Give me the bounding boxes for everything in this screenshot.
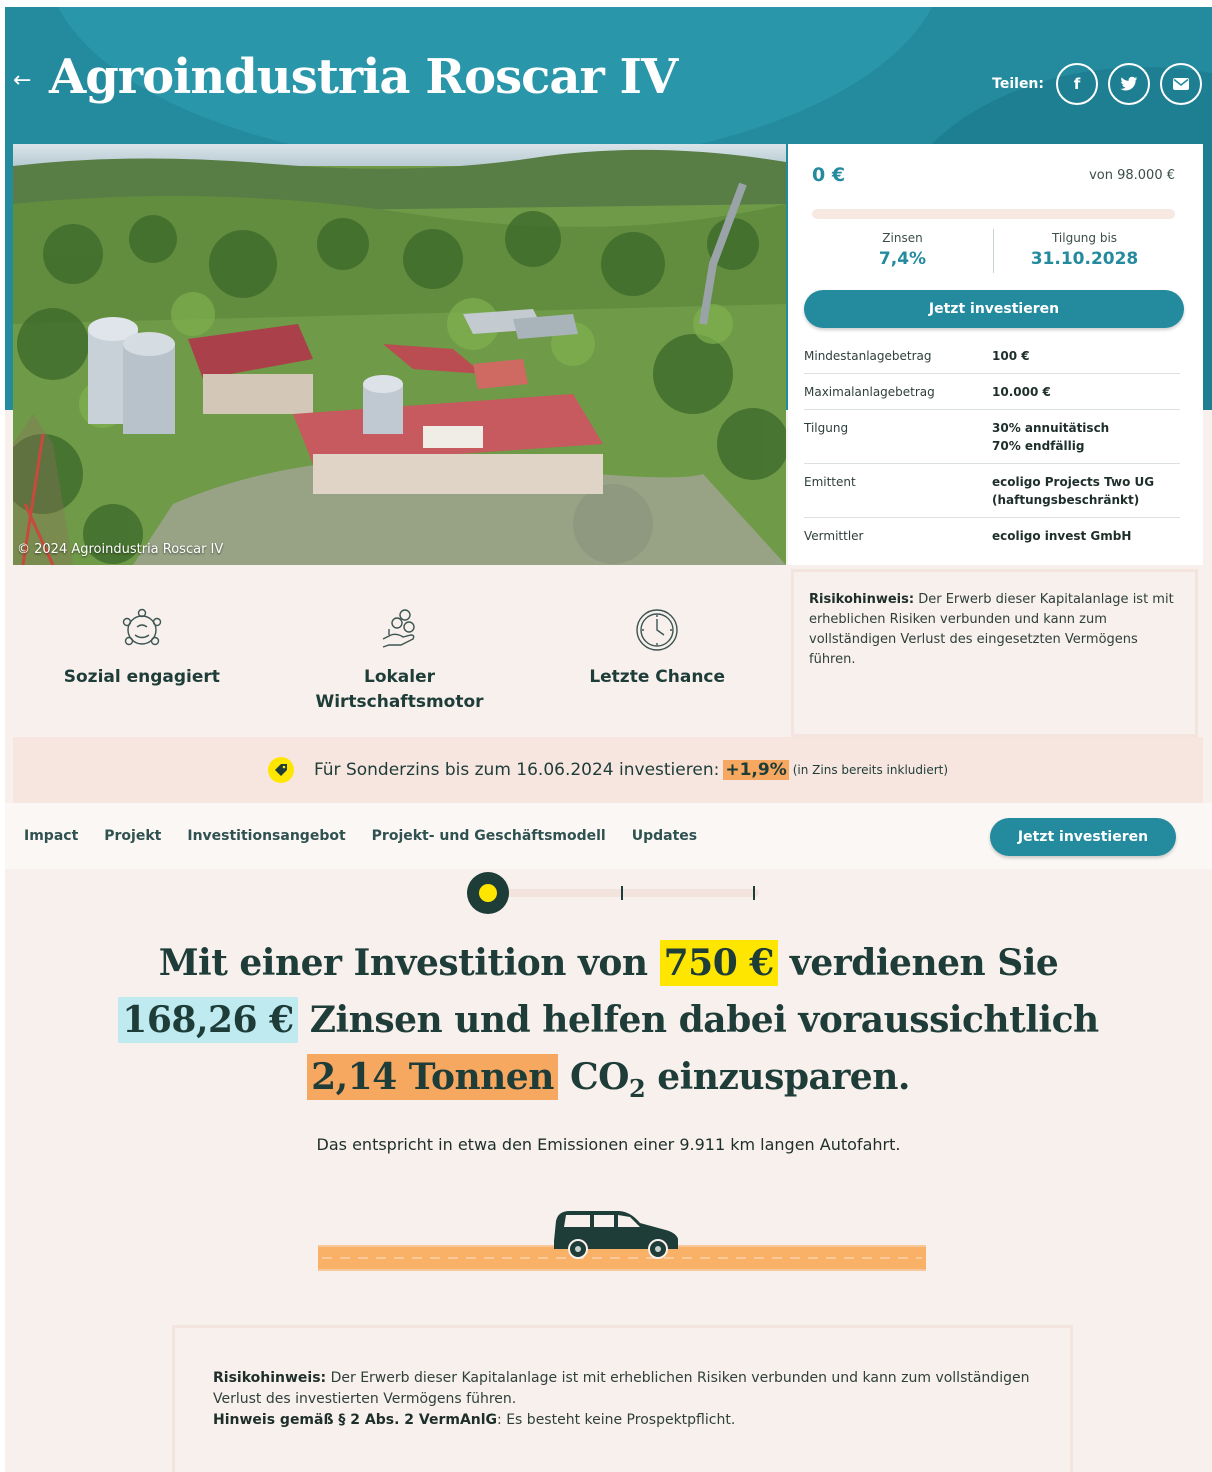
section-nav: Impact Projekt Investitionsangebot Proje… xyxy=(5,803,1212,869)
facebook-icon[interactable]: f xyxy=(1056,63,1098,105)
feature-local-economy: Lokaler Wirtschaftsmotor xyxy=(271,567,529,737)
bonus-note: (in Zins bereits inkludiert) xyxy=(792,763,949,777)
nav-item-investment-offer[interactable]: Investitionsangebot xyxy=(187,828,345,844)
repayment-stat: Tilgung bis 31.10.2028 xyxy=(993,229,1175,273)
project-photo: © 2024 Agroindustria Roscar IV xyxy=(13,144,786,565)
nav-item-impact[interactable]: Impact xyxy=(24,828,78,844)
co2-amount: 2,14 Tonnen xyxy=(307,1054,558,1100)
spec-row: Tilgung 30% annuitätisch 70% endfällig xyxy=(804,410,1180,464)
slider-track[interactable] xyxy=(487,889,759,897)
bonus-interest-banner: Für Sonderzins bis zum 16.06.2024 invest… xyxy=(13,737,1203,803)
nav-item-project[interactable]: Projekt xyxy=(104,828,161,844)
slider-thumb[interactable] xyxy=(467,872,509,914)
interest-stat: Zinsen 7,4% xyxy=(812,229,993,273)
tag-icon xyxy=(267,757,294,783)
page-title: Agroindustria Roscar IV xyxy=(49,49,678,105)
investment-slider[interactable] xyxy=(467,871,767,915)
share-bar: Teilen: f xyxy=(992,63,1202,105)
arrow-left-icon[interactable]: ← xyxy=(13,67,31,95)
emission-equivalent: Das entspricht in etwa den Emissionen ei… xyxy=(316,1135,901,1154)
feature-last-chance: Letzte Chance xyxy=(528,567,786,737)
interest-value: 7,4% xyxy=(878,249,927,269)
slider-tick xyxy=(621,886,623,900)
hand-coins-icon xyxy=(382,609,415,648)
funding-progress-bar xyxy=(812,209,1175,219)
nav-item-updates[interactable]: Updates xyxy=(632,828,697,844)
road-illustration xyxy=(318,1199,926,1279)
target-amount: von 98.000 € xyxy=(1089,168,1175,183)
spec-row: Emittent ecoligo Projects Two UG (haftun… xyxy=(804,464,1180,518)
bottom-risk-notice: Risikohinweis: Der Erwerb dieser Kapital… xyxy=(172,1325,1073,1472)
invested-amount: 0 € xyxy=(812,164,846,186)
investment-amount: 750 € xyxy=(659,940,778,986)
page-frame: ← Agroindustria Roscar IV Teilen: f © 20… xyxy=(5,7,1212,1472)
email-icon[interactable] xyxy=(1160,63,1202,105)
invest-button[interactable]: Jetzt investieren xyxy=(804,290,1184,328)
bonus-text: Für Sonderzins bis zum 16.06.2024 invest… xyxy=(313,760,720,780)
nav-item-business-model[interactable]: Projekt- und Geschäftsmodell xyxy=(372,828,606,844)
key-stats: Zinsen 7,4% Tilgung bis 31.10.2028 xyxy=(812,229,1175,273)
risk-notice: Risikohinweis: Der Erwerb dieser Kapital… xyxy=(791,569,1198,737)
impact-headline: Mit einer Investition von 750 € verdiene… xyxy=(65,935,1152,1117)
investment-specs: Mindestanlagebetrag 100 € Maximalanlageb… xyxy=(804,338,1180,553)
share-label: Teilen: xyxy=(992,76,1044,92)
photo-caption: © 2024 Agroindustria Roscar IV xyxy=(17,542,224,557)
repayment-value: 31.10.2028 xyxy=(1030,249,1139,269)
project-features: Sozial engagiert Lokaler Wirtschaftsmoto… xyxy=(13,567,786,737)
investment-card: 0 € von 98.000 € Zinsen 7,4% Tilgung bis… xyxy=(788,144,1203,565)
clock-icon xyxy=(636,609,678,651)
spec-row: Maximalanlagebetrag 10.000 € xyxy=(804,374,1180,410)
spec-row: Vermittler ecoligo invest GmbH xyxy=(804,529,1132,543)
people-circle-icon xyxy=(122,608,162,646)
slider-tick xyxy=(753,886,755,900)
twitter-icon[interactable] xyxy=(1108,63,1150,105)
nav-invest-button[interactable]: Jetzt investieren xyxy=(990,818,1176,856)
interest-amount: 168,26 € xyxy=(118,997,298,1043)
spec-row: Mindestanlagebetrag 100 € xyxy=(804,338,1180,374)
bonus-rate: +1,9% xyxy=(723,760,789,780)
feature-social: Sozial engagiert xyxy=(13,567,271,737)
